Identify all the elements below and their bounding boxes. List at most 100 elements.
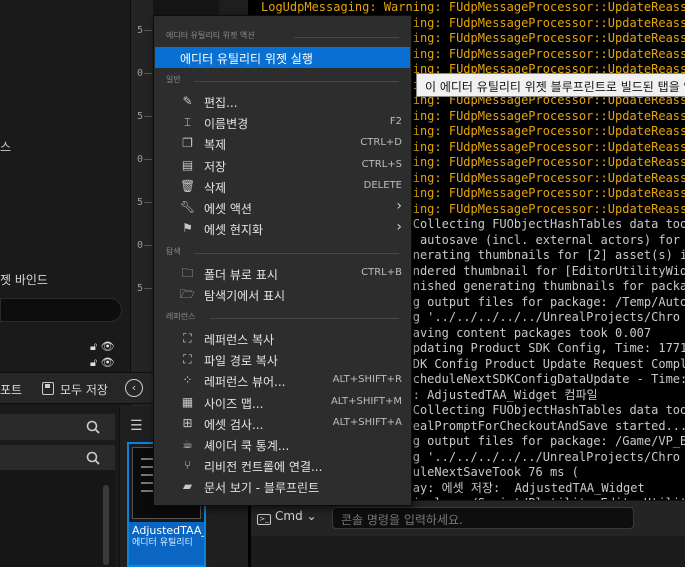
- menu-item[interactable]: ❐ 복제 CTRL+D: [155, 133, 410, 154]
- menu-item[interactable]: ⁘ 레퍼런스 뷰어... ALT+SHIFT+R: [155, 370, 410, 391]
- lock-visibility-icon[interactable]: 🔓︎ 👁︎: [90, 356, 115, 370]
- menu-item-label: 리비전 컨트롤에 연결...: [204, 460, 323, 475]
- console-input[interactable]: 콘솔 명령을 입력하세요.: [332, 507, 634, 529]
- pencil-icon: ✎: [182, 94, 193, 108]
- content-browser-toolbar: 포트 모두 저장 ‹: [0, 372, 153, 404]
- docs-icon: ▰: [182, 479, 193, 494]
- run-editor-utility-widget-label: 에디터 유틸리티 위젯 실행: [180, 52, 313, 66]
- ruler-tick-label: 0: [137, 240, 144, 251]
- section-references: 레퍼런스: [166, 312, 196, 321]
- ruler-tick-label: 5: [137, 111, 144, 122]
- menu-item[interactable]: 🗑︎ 삭제 DELETE: [155, 176, 410, 197]
- menu-item-label: 저장: [204, 159, 227, 174]
- menu-item[interactable]: ⌶ 이름변경 F2: [155, 112, 410, 133]
- save-all-button[interactable]: 모두 저장: [60, 381, 108, 398]
- menu-item[interactable]: 🗁 탐색기에서 표시: [155, 284, 410, 305]
- back-icon[interactable]: ‹: [125, 379, 143, 397]
- widget-bindings-label: 젯 바인드: [0, 273, 48, 287]
- menu-item-shortcut: CTRL+B: [361, 267, 402, 278]
- menu-item-label: 복제: [204, 138, 227, 153]
- menu-item-shortcut: ALT+SHIFT+R: [332, 374, 402, 386]
- trash-icon: 🗑︎: [180, 178, 196, 193]
- menu-item[interactable]: ▦ 사이즈 맵... ALT+SHIFT+M: [155, 392, 410, 413]
- ruler-tick-label: 5: [137, 197, 144, 208]
- section-common: 일반: [166, 75, 181, 84]
- menu-item-shortcut: ALT+SHIFT+A: [332, 416, 402, 428]
- menu-item-label: 파일 경로 복사: [204, 354, 278, 369]
- menu-item[interactable]: ⛶ 레퍼런스 복사: [155, 328, 410, 349]
- path-search-row[interactable]: [0, 414, 115, 440]
- menu-item-label: 셰이더 쿡 통계...: [204, 439, 290, 453]
- vertical-ruler: 5 0 5 0 5 0 5: [134, 0, 152, 300]
- menu-item-shortcut: CTRL+D: [360, 137, 402, 149]
- menu-item[interactable]: ⑂ 리비전 컨트롤에 연결...: [155, 455, 410, 476]
- duplicate-icon: ❐: [182, 136, 193, 151]
- chevron-right-icon: ›: [396, 219, 402, 236]
- filter-icon[interactable]: ☰: [130, 418, 143, 434]
- menu-item-shortcut: CTRL+S: [361, 158, 402, 170]
- save-icon: ▤: [181, 157, 194, 172]
- folder-search-row[interactable]: [0, 445, 115, 471]
- ruler-tick-label: 0: [137, 154, 144, 165]
- panel-label-fragment: 스: [0, 140, 12, 154]
- save-all-icon: [42, 382, 54, 395]
- menu-item[interactable]: ▤ 저장 CTRL+S: [155, 155, 410, 176]
- asset-context-menu: 에디터 유틸리티 위젯 액션 에디터 유틸리티 위젯 실행 일반 ✎ 편집... ⌶…: [153, 15, 412, 506]
- import-button[interactable]: 포트: [0, 381, 22, 398]
- section-editor-utility: 에디터 유틸리티 위젯 액션: [166, 31, 255, 40]
- menu-item-label: 사이즈 맵...: [204, 396, 264, 411]
- menu-item[interactable]: 🔧︎ 에셋 액션 ›: [155, 197, 410, 218]
- copy-path-icon: ⛶: [183, 352, 192, 367]
- menu-item-label: 레퍼런스 복사: [204, 333, 275, 347]
- ruler-tick-label: 5: [137, 283, 144, 294]
- menu-item-label: 에셋 현지화: [204, 223, 264, 238]
- tooltip: 이 에디터 유틸리티 위젯 블루프린트로 빌드된 탭을 엽: [416, 73, 685, 97]
- section-divider: [194, 81, 399, 82]
- reference-viewer-icon: ⁘: [182, 373, 193, 388]
- folder-search-icon: 🗀: [181, 266, 194, 280]
- asset-name: AdjustedTAA_Widget: [132, 524, 204, 537]
- chevron-down-icon: ⌄: [306, 509, 317, 523]
- menu-item-label: 탐색기에서 표시: [204, 289, 286, 304]
- copy-reference-icon: ⛶: [183, 331, 192, 345]
- menu-item-shortcut: DELETE: [363, 179, 402, 191]
- search-icon[interactable]: [86, 451, 100, 465]
- menu-item-label: 문서 보기 - 블루프린트: [204, 481, 320, 496]
- menu-item[interactable]: ▰ 문서 보기 - 블루프린트: [155, 476, 410, 497]
- explorer-icon: 🗁: [180, 287, 195, 302]
- asset-label: AdjustedTAA_Widget 에디터 유틸리티: [129, 522, 204, 565]
- section-divider: [194, 253, 399, 254]
- cmd-label: Cmd: [275, 509, 303, 523]
- section-explore: 탐색: [166, 247, 181, 256]
- menu-item[interactable]: 🗀 폴더 뷰로 표시 CTRL+B: [155, 263, 410, 284]
- size-map-icon: ▦: [181, 394, 194, 409]
- menu-item-label: 이름변경: [204, 117, 249, 132]
- flag-icon: ⚑: [182, 221, 193, 236]
- menu-item[interactable]: ⚑ 에셋 현지화 ›: [155, 218, 410, 239]
- ruler-tick-label: 0: [137, 68, 144, 79]
- menu-item[interactable]: ⊞ 에셋 검사... ALT+SHIFT+A: [155, 413, 410, 434]
- run-editor-utility-widget[interactable]: 에디터 유틸리티 위젯 실행: [155, 47, 410, 68]
- status-bar: [251, 536, 685, 567]
- terminal-icon: >_: [257, 514, 271, 525]
- section-divider: [210, 318, 399, 319]
- chevron-right-icon: ›: [396, 198, 402, 214]
- rename-icon: ⌶: [183, 115, 192, 130]
- ruler-tick-label: 5: [137, 25, 144, 36]
- details-search-input[interactable]: [0, 298, 122, 322]
- menu-item-label: 레퍼런스 뷰어...: [204, 375, 286, 390]
- asset-type: 에디터 유틸리티: [132, 538, 193, 548]
- shader-cook-icon: ☕︎: [182, 437, 193, 451]
- section-divider: [294, 37, 399, 38]
- wrench-icon: 🔧︎: [180, 200, 196, 214]
- log-line: LogUdpMessaging: Warning: FUdpMessagePro…: [261, 0, 685, 14]
- menu-item[interactable]: ✎ 편집...: [155, 91, 410, 112]
- menu-item[interactable]: ⛶ 파일 경로 복사: [155, 349, 410, 370]
- lock-visibility-icon[interactable]: 🔓︎ 👁︎: [90, 340, 115, 354]
- folder-tree-scrollbar[interactable]: [103, 485, 109, 565]
- search-icon[interactable]: [86, 420, 100, 434]
- cmd-dropdown[interactable]: >_ Cmd ⌄: [257, 509, 317, 529]
- menu-item-shortcut: F2: [389, 116, 402, 128]
- folder-tree: [0, 470, 115, 567]
- menu-item[interactable]: ☕︎ 셰이더 쿡 통계...: [155, 434, 410, 455]
